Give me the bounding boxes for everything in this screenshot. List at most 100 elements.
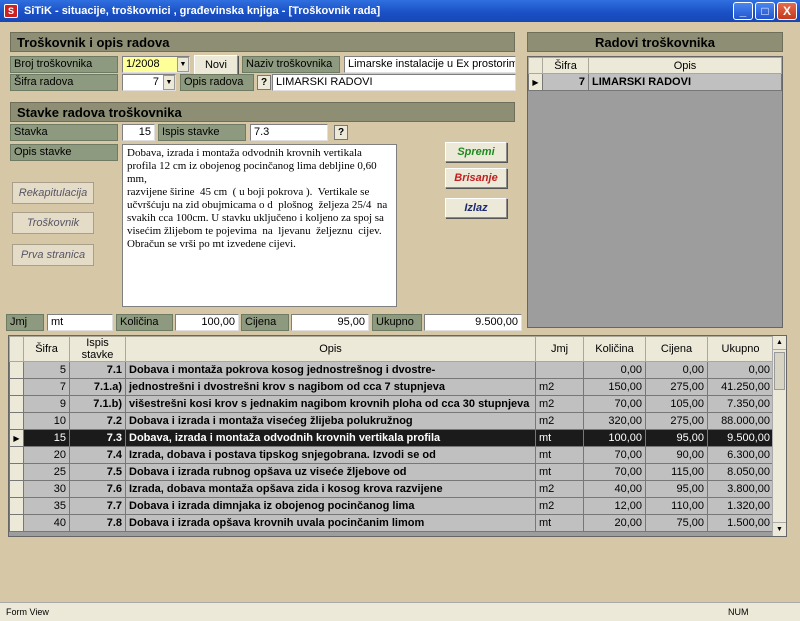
cell-jmj[interactable]: m2 [535,412,584,430]
cell-cijena[interactable]: 75,00 [645,514,708,532]
cell-opis[interactable]: Dobava i izrada opšava krovnih uvala poc… [125,514,536,532]
cell-ukupno[interactable]: 1.500,00 [707,514,774,532]
cell-ispis[interactable]: 7.5 [69,463,126,481]
cell-kolicina[interactable]: 150,00 [583,378,646,396]
maximize-button[interactable]: □ [755,2,775,20]
table-row[interactable]: 40 7.8 Dobava i izrada opšava krovnih uval… [9,514,774,532]
cell-ispis[interactable]: 7.4 [69,446,126,464]
cell-ukupno[interactable]: 88.000,00 [707,412,774,430]
column-opis[interactable]: Opis [125,336,536,362]
scroll-thumb[interactable] [774,352,785,390]
izlaz-button[interactable]: Izlaz [445,198,507,218]
cell-ispis[interactable]: 7.1.a) [69,378,126,396]
cijena-field[interactable]: 95,00 [291,314,369,331]
jmj-field[interactable]: mt [47,314,113,331]
cell-kolicina[interactable]: 70,00 [583,395,646,413]
minimize-button[interactable]: _ [733,2,753,20]
cell-jmj[interactable] [535,361,584,379]
cell-sifra[interactable]: 20 [23,446,70,464]
spremi-button[interactable]: Spremi [445,142,507,162]
table-row[interactable]: 30 7.6 Izrada, dobava montaža opšava zida … [9,480,774,498]
column-sifra[interactable]: Šifra [23,336,70,362]
cell-ispis[interactable]: 7.2 [69,412,126,430]
cell-kolicina[interactable]: 320,00 [583,412,646,430]
cell-opis[interactable]: Dobava, izrada i montaža odvodnih krovni… [125,429,536,447]
prva-stranica-button[interactable]: Prva stranica [12,244,94,266]
row-selector[interactable] [9,446,24,464]
cell-cijena[interactable]: 95,00 [645,480,708,498]
grid-scrollbar[interactable]: ▲ ▼ [772,336,786,536]
cell-ispis[interactable]: 7.1 [69,361,126,379]
naziv-troskovnika-field[interactable]: Limarske instalacije u Ex prostorima - [344,56,516,73]
close-button[interactable]: X [777,2,797,20]
cell-jmj[interactable]: m2 [535,395,584,413]
cell-opis[interactable]: Izrada, dobava montaža opšava zida i kos… [125,480,536,498]
cell-opis[interactable]: Dobava i montaža pokrova kosog jednostre… [125,361,536,379]
row-selector[interactable] [9,480,24,498]
cell-sifra[interactable]: 5 [23,361,70,379]
radovi-grid[interactable]: Šifra Opis ▶ 7 LIMARSKI RADOVI [527,56,783,328]
cell-cijena[interactable]: 105,00 [645,395,708,413]
cell-opis[interactable]: Dobava i izrada i montaža visećeg žlijeb… [125,412,536,430]
cell-ukupno[interactable]: 7.350,00 [707,395,774,413]
cell-sifra[interactable]: 35 [23,497,70,515]
cell-jmj[interactable]: mt [535,514,584,532]
cell-ukupno[interactable]: 1.320,00 [707,497,774,515]
row-selector[interactable] [9,395,24,413]
cell-kolicina[interactable]: 12,00 [583,497,646,515]
sifra-radova-dropdown-icon[interactable]: ▼ [163,75,175,90]
stavka-field[interactable]: 15 [122,124,155,141]
radovi-column-opis[interactable]: Opis [588,57,782,74]
cell-kolicina[interactable]: 40,00 [583,480,646,498]
column-cijena[interactable]: Cijena [645,336,708,362]
cell-ispis[interactable]: 7.3 [69,429,126,447]
ispis-stavke-field[interactable]: 7.3 [250,124,328,141]
cell-jmj[interactable]: mt [535,463,584,481]
radovi-cell-sifra[interactable]: 7 [542,73,589,91]
cell-jmj[interactable]: m2 [535,378,584,396]
cell-opis[interactable]: Izrada, dobava i postava tipskog snjegob… [125,446,536,464]
cell-ispis[interactable]: 7.6 [69,480,126,498]
cell-ukupno[interactable]: 6.300,00 [707,446,774,464]
table-row[interactable]: 10 7.2 Dobava i izrada i montaža visećeg ž… [9,412,774,430]
cell-ukupno[interactable]: 9.500,00 [707,429,774,447]
cell-jmj[interactable]: m2 [535,480,584,498]
cell-opis[interactable]: višestrešni kosi krov s jednakim nagibom… [125,395,536,413]
rekapitulacija-button[interactable]: Rekapitulacija [12,182,94,204]
novi-button[interactable]: Novi [194,55,238,75]
cell-ukupno[interactable]: 41.250,00 [707,378,774,396]
cell-ukupno[interactable]: 0,00 [707,361,774,379]
row-selector[interactable] [9,514,24,532]
troskovnik-button[interactable]: Troškovnik [12,212,94,234]
table-row[interactable]: ▶ 15 7.3 Dobava, izrada i montaža odvodnih … [9,429,774,447]
cell-opis[interactable]: Dobava i izrada rubnog opšava uz viseće … [125,463,536,481]
table-row[interactable]: 5 7.1 Dobava i montaža pokrova kosog jedno… [9,361,774,379]
row-selector[interactable] [9,463,24,481]
stavke-grid[interactable]: Šifra Ispis stavke Opis Jmj Količina Cij… [8,335,787,537]
cell-cijena[interactable]: 275,00 [645,378,708,396]
broj-troskovnika-dropdown-icon[interactable]: ▼ [177,57,189,72]
cell-sifra[interactable]: 10 [23,412,70,430]
row-selector[interactable] [9,497,24,515]
table-row[interactable]: 25 7.5 Dobava i izrada rubnog opšava uz vi… [9,463,774,481]
cell-jmj[interactable]: m2 [535,497,584,515]
ukupno-field[interactable]: 9.500,00 [424,314,522,331]
opis-radova-field[interactable]: LIMARSKI RADOVI [272,74,516,91]
cell-cijena[interactable]: 0,00 [645,361,708,379]
row-selector[interactable] [9,361,24,379]
column-ispis-stavke[interactable]: Ispis stavke [69,336,126,362]
column-jmj[interactable]: Jmj [535,336,584,362]
cell-ukupno[interactable]: 3.800,00 [707,480,774,498]
cell-sifra[interactable]: 15 [23,429,70,447]
ispis-stavke-help-button[interactable]: ? [334,125,348,140]
cell-jmj[interactable]: mt [535,446,584,464]
current-row-icon[interactable]: ▶ [9,429,24,447]
cell-kolicina[interactable]: 70,00 [583,463,646,481]
cell-ukupno[interactable]: 8.050,00 [707,463,774,481]
table-row[interactable]: 35 7.7 Dobava i izrada dimnjaka iz obojeno… [9,497,774,515]
table-row[interactable]: 9 7.1.b) višestrešni kosi krov s jednakim … [9,395,774,413]
radovi-cell-opis[interactable]: LIMARSKI RADOVI [588,73,782,91]
radovi-row[interactable]: ▶ 7 LIMARSKI RADOVI [528,73,782,91]
radovi-column-sifra[interactable]: Šifra [542,57,589,74]
cell-opis[interactable]: jednostrešni i dvostrešni krov s nagibom… [125,378,536,396]
